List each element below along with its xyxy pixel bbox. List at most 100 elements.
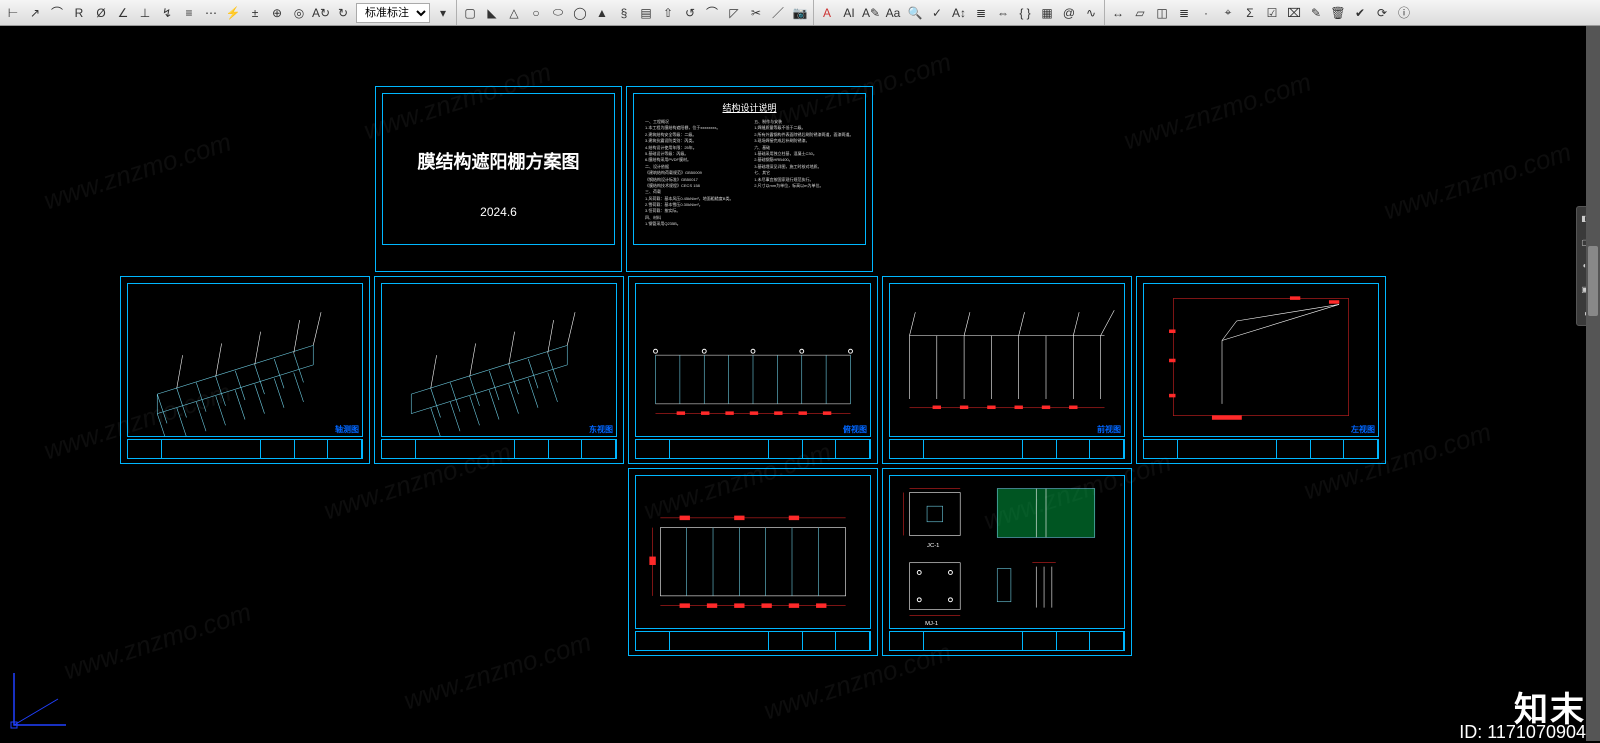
sheet-label: 东视图 — [589, 424, 613, 435]
table-button[interactable]: ▦ — [1037, 3, 1057, 23]
match-prop-button[interactable]: ✎ — [1306, 3, 1326, 23]
image-id: ID: 1171070904 — [1459, 722, 1586, 743]
arc-dim-button[interactable]: ⌒ — [47, 3, 67, 23]
cylinder-button[interactable]: ⬭ — [548, 3, 568, 23]
watermark: www.znzmo.com — [40, 377, 235, 467]
notes-heading: 结构设计说明 — [641, 101, 858, 114]
sheet-label: 前视图 — [1097, 424, 1121, 435]
mass-prop-button[interactable]: Σ — [1240, 3, 1260, 23]
sheet-top: 俯视图 — [628, 276, 878, 464]
list-button[interactable]: ≣ — [1174, 3, 1194, 23]
helix-button[interactable]: § — [614, 3, 634, 23]
qselect-button[interactable]: ☑ — [1262, 3, 1282, 23]
ordinate-dim-button[interactable]: ⊥ — [135, 3, 155, 23]
drawing-title: 膜结构遮阳棚方案图 — [418, 148, 580, 174]
watermark: www.znzmo.com — [640, 437, 835, 527]
camera-button[interactable]: 📷 — [790, 3, 810, 23]
status-button[interactable]: ⓘ — [1394, 3, 1414, 23]
chamfer-edge-button[interactable]: ◸ — [724, 3, 744, 23]
spline-button[interactable]: ∿ — [1081, 3, 1101, 23]
aligned-dim-button[interactable]: ↗ — [25, 3, 45, 23]
angular-dim-button[interactable]: ∠ — [113, 3, 133, 23]
watermark: www.znzmo.com — [980, 447, 1175, 537]
dist-button[interactable]: ↔ — [1108, 3, 1128, 23]
revolve-button[interactable]: ↺ — [680, 3, 700, 23]
watermark: www.znzmo.com — [760, 637, 955, 727]
pyramid-button[interactable]: ▲ — [592, 3, 612, 23]
toolbar-group-text: A AI A✎ Aa 🔍 ✓ A↕ ≣ ⇔ { } ▦ @ ∿ — [814, 0, 1105, 25]
toolbar-group-solids: ▢ ◣ △ ○ ⬭ ◯ ▲ § ▤ ⇧ ↺ ⌒ ◸ ✂ ／ 📷 — [457, 0, 814, 25]
sheet-label: 轴测图 — [335, 424, 359, 435]
sheet-label: 俯视图 — [843, 424, 867, 435]
text-angle-button[interactable]: A↻ — [311, 3, 331, 23]
drawing-canvas[interactable]: www.znzmo.com www.znzmo.com www.znzmo.co… — [0, 26, 1600, 741]
polysolid-button[interactable]: ▤ — [636, 3, 656, 23]
toolbar-group-inquiry: ↔ ▱ ◫ ≣ · ⌖ Σ ☑ ⌧ ✎ 🗑 ✔ ⟳ ⓘ — [1105, 0, 1417, 25]
watermark: www.znzmo.com — [60, 597, 255, 687]
watermark: www.znzmo.com — [320, 437, 515, 527]
extrude-button[interactable]: ⇧ — [658, 3, 678, 23]
tolerance-button[interactable]: ± — [245, 3, 265, 23]
vertical-scrollbar[interactable] — [1586, 26, 1600, 741]
torus-button[interactable]: ◯ — [570, 3, 590, 23]
center-mark-button[interactable]: ⊕ — [267, 3, 287, 23]
jogged-dim-button[interactable]: ↯ — [157, 3, 177, 23]
sheet-axon-1: 轴测图 — [120, 276, 370, 464]
sheet-foundation: JC-1 MJ-1 — [882, 468, 1132, 656]
watermark: www.znzmo.com — [400, 627, 595, 717]
text-style-button[interactable]: Aa — [883, 3, 903, 23]
fillet-edge-button[interactable]: ⌒ — [702, 3, 722, 23]
locate-button[interactable]: ⌖ — [1218, 3, 1238, 23]
quick-dim-button[interactable]: ⚡ — [223, 3, 243, 23]
baseline-dim-button[interactable]: ≡ — [179, 3, 199, 23]
drawing-date: 2024.6 — [480, 205, 517, 219]
dim-style-dropdown[interactable]: 标准标注 — [356, 3, 430, 23]
svg-text:JC-1: JC-1 — [927, 543, 939, 549]
sheet-title: 膜结构遮阳棚方案图 2024.6 — [375, 86, 622, 272]
wedge-button[interactable]: ◣ — [482, 3, 502, 23]
field-button[interactable]: { } — [1015, 3, 1035, 23]
sheet-label: 左视图 — [1351, 424, 1375, 435]
scale-text-button[interactable]: A↕ — [949, 3, 969, 23]
watermark: www.znzmo.com — [1300, 417, 1495, 507]
sphere-button[interactable]: ○ — [526, 3, 546, 23]
scrollbar-thumb[interactable] — [1588, 246, 1598, 316]
svg-text:MJ-1: MJ-1 — [925, 621, 938, 627]
attribute-button[interactable]: @ — [1059, 3, 1079, 23]
align-text-button[interactable]: ⇔ — [993, 3, 1013, 23]
id-point-button[interactable]: · — [1196, 3, 1216, 23]
slice-button[interactable]: ／ — [768, 3, 788, 23]
watermark: www.znzmo.com — [360, 57, 555, 147]
edit-text-button[interactable]: A✎ — [861, 3, 881, 23]
section-button[interactable]: ✂ — [746, 3, 766, 23]
justify-text-button[interactable]: ≣ — [971, 3, 991, 23]
toolbar: ⊢ ↗ ⌒ R Ø ∠ ⊥ ↯ ≡ ⋯ ⚡ ± ⊕ ◎ A↻ ↻ 标准标注 ▾ … — [0, 0, 1600, 26]
watermark: www.znzmo.com — [1380, 137, 1575, 227]
sheet-front: 前视图 — [882, 276, 1132, 464]
diameter-dim-button[interactable]: Ø — [91, 3, 111, 23]
recover-button[interactable]: ⟳ — [1372, 3, 1392, 23]
notes-column-right: 五、制作与安装1.焊缝质量等级不低于二级。2.所有外露钢构件表面除锈后刷防锈漆两… — [754, 119, 854, 189]
audit-button[interactable]: ✔ — [1350, 3, 1370, 23]
dim-update-button[interactable]: ↻ — [333, 3, 353, 23]
purge-button[interactable]: 🗑 — [1328, 3, 1348, 23]
inspect-dim-button[interactable]: ◎ — [289, 3, 309, 23]
mtext-button[interactable]: A — [817, 3, 837, 23]
spell-button[interactable]: ✓ — [927, 3, 947, 23]
dim-style-manager-button[interactable]: ▾ — [433, 3, 453, 23]
area-button[interactable]: ▱ — [1130, 3, 1150, 23]
sheet-plan — [628, 468, 878, 656]
sheet-notes: 结构设计说明 一、工程概况1.本工程为膜结构遮阳棚，位于xxxxxxxx。2.建… — [626, 86, 873, 272]
region-button[interactable]: ◫ — [1152, 3, 1172, 23]
linear-dim-button[interactable]: ⊢ — [3, 3, 23, 23]
continue-dim-button[interactable]: ⋯ — [201, 3, 221, 23]
toolbar-group-dimension: ⊢ ↗ ⌒ R Ø ∠ ⊥ ↯ ≡ ⋯ ⚡ ± ⊕ ◎ A↻ ↻ 标准标注 ▾ — [0, 0, 457, 25]
cone-button[interactable]: △ — [504, 3, 524, 23]
box-button[interactable]: ▢ — [460, 3, 480, 23]
ucs-icon — [6, 665, 76, 735]
quick-calc-button[interactable]: ⌧ — [1284, 3, 1304, 23]
watermark: www.znzmo.com — [40, 127, 235, 217]
dtext-button[interactable]: AI — [839, 3, 859, 23]
find-button[interactable]: 🔍 — [905, 3, 925, 23]
radius-dim-button[interactable]: R — [69, 3, 89, 23]
